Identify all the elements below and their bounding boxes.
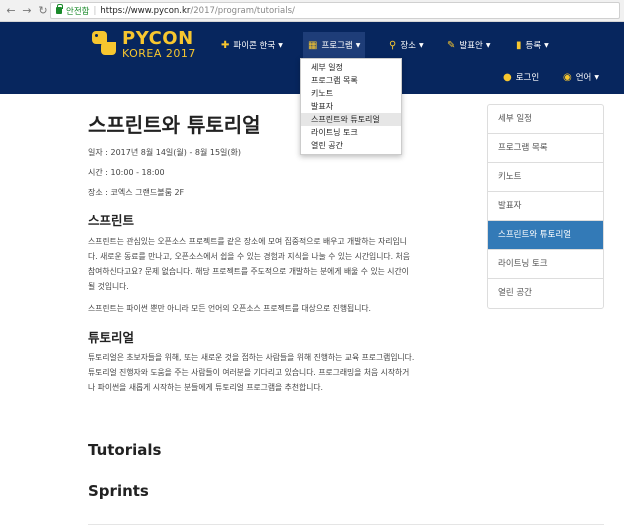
tutorial-heading: 튜토리얼 bbox=[88, 330, 135, 345]
forward-icon[interactable]: → bbox=[20, 4, 34, 18]
secure-label: 안전함 bbox=[66, 6, 90, 17]
menu-label: 등록 bbox=[525, 41, 542, 51]
logo-subtitle: KOREA 2017 bbox=[122, 47, 196, 60]
page-title: 스프린트와 튜토리얼 bbox=[88, 113, 261, 137]
sidebar-item-open-space[interactable]: 열린 공간 bbox=[488, 279, 603, 308]
python-icon: ✚ bbox=[221, 39, 230, 51]
back-icon[interactable]: ← bbox=[4, 4, 18, 18]
lock-icon bbox=[56, 4, 63, 14]
url-path: /2017/program/tutorials/ bbox=[190, 5, 295, 16]
event-time: 시간 : 10:00 - 18:00 bbox=[88, 168, 165, 177]
pycon-logo[interactable]: PYCON KOREA 2017 bbox=[92, 28, 202, 62]
calendar-icon: ▦ bbox=[308, 39, 318, 51]
sprints-section-heading: Sprints bbox=[88, 482, 149, 500]
sprint-heading: 스프린트 bbox=[88, 213, 135, 228]
sidebar-item-sprints-tutorials[interactable]: 스프린트와 튜토리얼 bbox=[488, 221, 603, 250]
divider bbox=[88, 524, 604, 525]
menu-label: 장소 bbox=[400, 41, 416, 51]
sidebar-item-schedule[interactable]: 세부 일정 bbox=[488, 105, 603, 134]
login-link[interactable]: ● 로그인 bbox=[503, 66, 539, 88]
menu-label: 프로그램 bbox=[321, 41, 353, 51]
url-host: https://www.pycon.kr bbox=[100, 5, 191, 16]
menu-venue[interactable]: ⚲ 장소 ▼ bbox=[384, 32, 429, 58]
caret-down-icon: ▼ bbox=[418, 41, 424, 49]
user-icon: ● bbox=[503, 71, 512, 83]
menu-program[interactable]: ▦ 프로그램 ▼ bbox=[303, 32, 366, 58]
program-sidebar: 세부 일정 프로그램 목록 키노트 발표자 스프린트와 튜토리얼 라이트닝 토크… bbox=[487, 104, 604, 309]
text-line: 스프린트는 관심있는 오픈소스 프로젝트를 같은 장소에 모여 집중적으로 배우… bbox=[88, 237, 407, 246]
text-line: 다. 새로운 동료를 만나고, 오픈소스에서 쉽을 수 있는 경험과 지식을 나… bbox=[88, 252, 410, 261]
menu-proposal[interactable]: ✎ 발표안 ▼ bbox=[442, 32, 495, 58]
dropdown-item-program-list[interactable]: 프로그램 목록 bbox=[301, 74, 401, 87]
dropdown-item-keynote[interactable]: 키노트 bbox=[301, 87, 401, 100]
dropdown-item-speakers[interactable]: 발표자 bbox=[301, 100, 401, 113]
edit-icon: ✎ bbox=[447, 39, 456, 51]
menu-registration[interactable]: ▮ 등록 ▼ bbox=[511, 32, 554, 58]
language-menu[interactable]: ◉ 언어 ▼ bbox=[563, 66, 599, 88]
dropdown-item-open-space[interactable]: 열린 공간 bbox=[301, 139, 401, 152]
logo-title: PYCON bbox=[122, 28, 194, 49]
map-marker-icon: ⚲ bbox=[389, 39, 397, 51]
address-bar[interactable]: 안전함 | https://www.pycon.kr /2017/program… bbox=[50, 2, 620, 19]
tutorials-section-heading: Tutorials bbox=[88, 441, 162, 459]
globe-icon: ◉ bbox=[563, 71, 572, 83]
sprint-note: 스프린트는 파이썬 뿐만 아니라 모든 언어의 오픈소스 프로젝트를 대상으로 … bbox=[88, 304, 372, 313]
text-line: 튜토리얼 진행자와 도움을 주는 사람들이 여러분을 기다리고 있습니다. 프로… bbox=[88, 368, 410, 377]
browser-toolbar: ← → ↻ 안전함 | https://www.pycon.kr /2017/p… bbox=[0, 0, 624, 22]
caret-down-icon: ▼ bbox=[278, 41, 283, 49]
language-label: 언어 bbox=[575, 73, 592, 83]
dropdown-item-schedule[interactable]: 세부 일정 bbox=[301, 61, 401, 74]
sidebar-item-keynote[interactable]: 키노트 bbox=[488, 163, 603, 192]
caret-down-icon: ▼ bbox=[594, 73, 599, 81]
text-line: 될 것입니다. bbox=[88, 282, 129, 291]
program-dropdown: 세부 일정 프로그램 목록 키노트 발표자 스프린트와 튜토리얼 라이트닝 토크… bbox=[300, 58, 402, 155]
text-line: 나 파이썬을 새롭게 시작하는 분들에게 튜토리얼 프로그램을 추천합니다. bbox=[88, 383, 324, 392]
address-separator: | bbox=[93, 5, 97, 16]
tutorial-description: 튜토리얼은 초보자들을 위해, 또는 새로운 것을 접하는 사람들을 위해 진행… bbox=[88, 350, 470, 395]
text-line: 튜토리얼은 초보자들을 위해, 또는 새로운 것을 접하는 사람들을 위해 진행… bbox=[88, 353, 415, 362]
sidebar-item-program-list[interactable]: 프로그램 목록 bbox=[488, 134, 603, 163]
sidebar-item-lightning-talk[interactable]: 라이트닝 토크 bbox=[488, 250, 603, 279]
caret-down-icon: ▼ bbox=[355, 41, 361, 49]
sprint-description: 스프린트는 관심있는 오픈소스 프로젝트를 같은 장소에 모여 집중적으로 배우… bbox=[88, 234, 470, 294]
event-place: 장소 : 코엑스 그랜드볼룸 2F bbox=[88, 188, 185, 197]
caret-down-icon: ▼ bbox=[544, 41, 549, 49]
python-logo-icon bbox=[92, 31, 116, 55]
dropdown-item-sprints-tutorials[interactable]: 스프린트와 튜토리얼 bbox=[301, 113, 401, 126]
menu-label: 발표안 bbox=[459, 41, 483, 51]
ticket-icon: ▮ bbox=[516, 39, 522, 51]
caret-down-icon: ▼ bbox=[485, 41, 491, 49]
menu-label: 파이콘 한국 bbox=[233, 41, 276, 51]
event-date: 일자 : 2017년 8월 14일(월) - 8월 15일(화) bbox=[88, 148, 242, 157]
text-line: 참여하신다고요? 문제 없습니다. 해당 프로젝트를 주도적으로 개발하는 분에… bbox=[88, 267, 409, 276]
sidebar-item-speakers[interactable]: 발표자 bbox=[488, 192, 603, 221]
menu-pycon-korea[interactable]: ✚ 파이콘 한국 ▼ bbox=[216, 32, 288, 58]
reload-icon[interactable]: ↻ bbox=[36, 4, 50, 18]
login-label: 로그인 bbox=[515, 73, 540, 83]
dropdown-item-lightning-talk[interactable]: 라이트닝 토크 bbox=[301, 126, 401, 139]
